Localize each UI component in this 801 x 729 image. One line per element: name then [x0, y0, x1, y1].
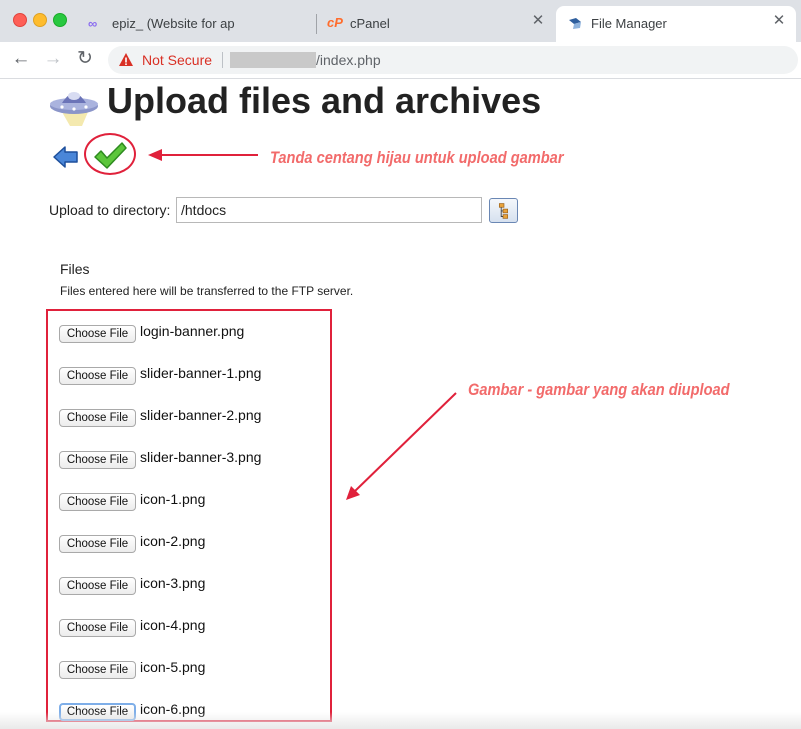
choose-file-button[interactable]: Choose File: [59, 325, 136, 343]
annotation-circle: [84, 133, 136, 175]
back-button[interactable]: [52, 144, 80, 170]
annotation-files-note: Gambar - gambar yang akan diupload: [468, 380, 730, 399]
file-name: icon-1.png: [140, 491, 206, 507]
back-arrow-icon[interactable]: ←: [10, 49, 32, 71]
close-icon[interactable]: ✕: [530, 13, 546, 29]
arrow-to-checkmark: [148, 149, 258, 161]
file-name: slider-banner-3.png: [140, 449, 262, 465]
warning-icon: [119, 53, 133, 66]
tab-strip: ∞ epiz_ (Website for ap cP cPanel ✕ File…: [0, 0, 801, 42]
file-name: icon-3.png: [140, 575, 206, 591]
bottom-edge: [0, 712, 801, 729]
choose-file-button[interactable]: Choose File: [59, 661, 136, 679]
browser-toolbar: ← → ↻ Not Secure /index.php: [0, 42, 801, 79]
choose-file-button[interactable]: Choose File: [59, 493, 136, 511]
infinity-icon: ∞: [88, 16, 98, 31]
close-icon[interactable]: ✕: [771, 13, 787, 29]
tab-cpanel[interactable]: cP cPanel ✕: [318, 6, 554, 42]
choose-file-button[interactable]: Choose File: [59, 409, 136, 427]
maximize-window-button[interactable]: [53, 13, 67, 27]
tab-title: cPanel: [350, 16, 390, 31]
forward-arrow-icon[interactable]: →: [42, 49, 64, 71]
ufo-icon: [50, 92, 98, 126]
choose-file-button[interactable]: Choose File: [59, 619, 136, 637]
redacted-url: [230, 52, 316, 68]
divider: [222, 52, 223, 68]
tab-file-manager[interactable]: File Manager ✕: [556, 6, 796, 42]
file-name: slider-banner-2.png: [140, 407, 262, 423]
file-manager-icon: [569, 18, 581, 29]
choose-file-button[interactable]: Choose File: [59, 367, 136, 385]
cpanel-icon: cP: [327, 15, 343, 30]
annotation-checkmark-note: Tanda centang hijau untuk upload gambar: [270, 148, 564, 167]
file-name: icon-2.png: [140, 533, 206, 549]
tab-title: epiz_ (Website for ap: [112, 16, 235, 31]
url-text[interactable]: /index.php: [316, 52, 381, 68]
close-window-button[interactable]: [13, 13, 27, 27]
page-title: Upload files and archives: [107, 80, 542, 121]
arrow-to-files: [346, 392, 457, 500]
choose-file-button[interactable]: Choose File: [59, 535, 136, 553]
address-bar[interactable]: Not Secure /index.php: [108, 46, 798, 74]
file-name: login-banner.png: [140, 323, 245, 339]
browse-directory-button[interactable]: [489, 198, 518, 223]
files-description: Files entered here will be transferred t…: [60, 284, 354, 298]
tab-epiz[interactable]: ∞ epiz_ (Website for ap: [80, 6, 316, 42]
tab-title: File Manager: [591, 16, 667, 31]
file-name: icon-5.png: [140, 659, 206, 675]
files-heading: Files: [60, 261, 90, 277]
file-name: icon-4.png: [140, 617, 206, 633]
upload-directory-label: Upload to directory:: [49, 202, 171, 218]
directory-input[interactable]: [176, 197, 482, 223]
file-name: slider-banner-1.png: [140, 365, 262, 381]
tab-separator: [316, 14, 317, 34]
choose-file-button[interactable]: Choose File: [59, 577, 136, 595]
minimize-window-button[interactable]: [33, 13, 47, 27]
choose-file-button[interactable]: Choose File: [59, 451, 136, 469]
security-label[interactable]: Not Secure: [142, 52, 212, 68]
reload-icon[interactable]: ↻: [74, 49, 96, 71]
